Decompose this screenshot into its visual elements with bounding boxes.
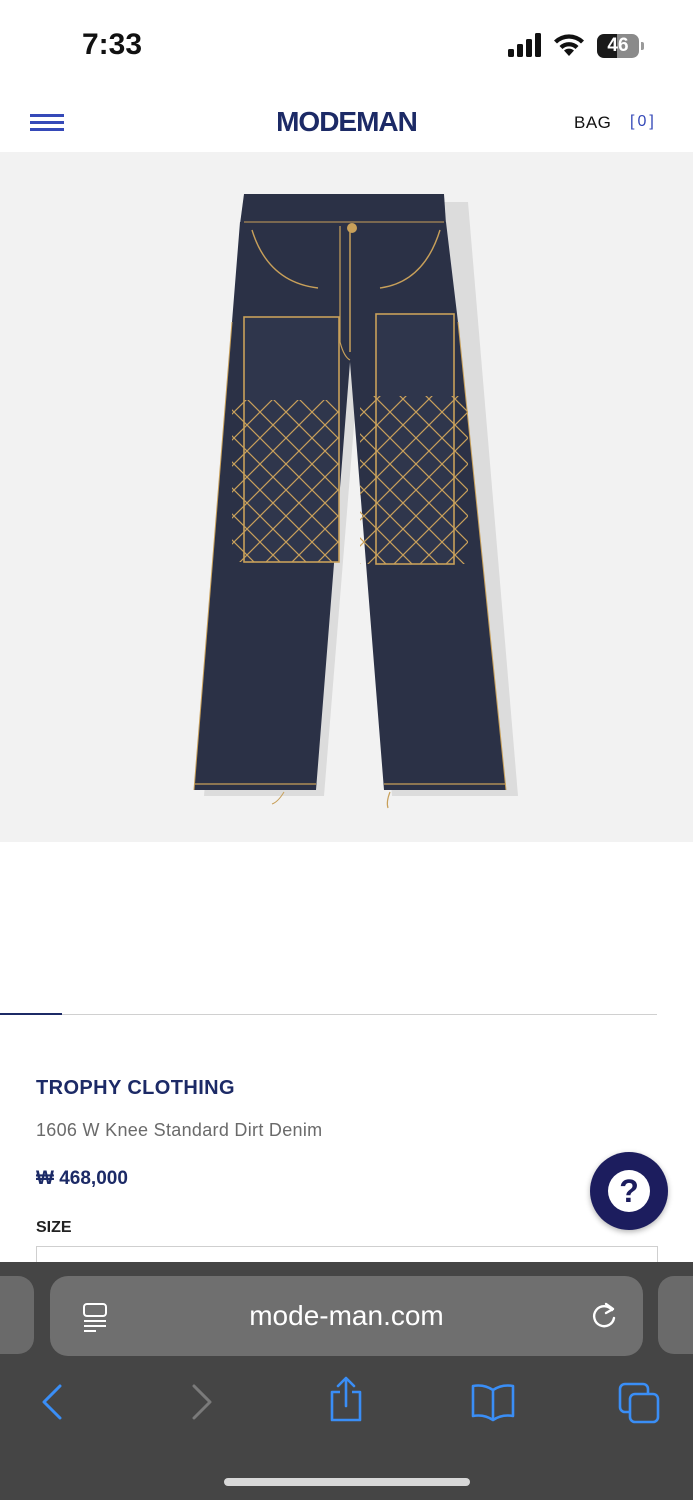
forward-icon[interactable] [182,1382,222,1422]
gallery-progress-indicator [0,1013,62,1015]
bookmarks-icon[interactable] [470,1382,516,1422]
bag-link[interactable]: BAG [574,113,611,133]
product-image[interactable] [0,152,693,842]
battery-level: 46 [607,35,629,56]
site-header: MODEMAN BAG [0] [0,90,693,152]
gallery-progress-track [0,1014,657,1015]
question-mark-icon: ? [608,1170,650,1212]
status-time: 7:33 [82,28,143,61]
home-indicator [224,1478,470,1486]
bag-count[interactable]: [0] [630,113,657,131]
address-bar[interactable]: mode-man.com [50,1276,643,1356]
next-tab-preview[interactable] [658,1276,693,1354]
tabs-icon[interactable] [618,1382,660,1424]
brand-name[interactable]: TROPHY CLOTHING [36,1077,235,1100]
jeans-illustration [193,194,518,809]
previous-tab-preview[interactable] [0,1276,34,1354]
cellular-signal-icon [508,33,541,57]
status-bar: 7:33 46 [0,0,693,90]
battery-icon: 46 [597,34,645,58]
product-name: 1606 W Knee Standard Dirt Denim [36,1120,323,1140]
product-price: ₩ 468,000 [36,1168,128,1189]
size-label: SIZE [36,1219,72,1236]
back-icon[interactable] [32,1382,72,1422]
wifi-icon [554,34,584,56]
url-text[interactable]: mode-man.com [50,1300,643,1332]
reload-icon[interactable] [590,1301,618,1331]
browser-toolbar: mode-man.com [0,1262,693,1500]
share-icon[interactable] [326,1376,366,1422]
help-button[interactable]: ? [590,1152,668,1230]
